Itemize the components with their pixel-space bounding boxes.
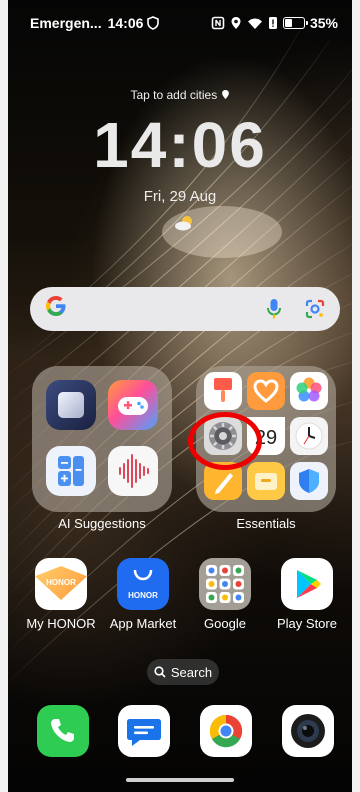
app-label: Play Store [277, 616, 337, 631]
files-icon[interactable] [247, 462, 285, 500]
sim-alert-icon [268, 17, 277, 29]
folder-label-ai-suggestions: AI Suggestions [58, 516, 146, 531]
game-center-icon[interactable] [108, 380, 158, 430]
location-icon [231, 17, 241, 29]
calculator-icon[interactable] [46, 446, 96, 496]
google-logo [44, 294, 68, 325]
shield-icon [147, 16, 160, 30]
add-cities-label: Tap to add cities [130, 88, 218, 102]
add-cities-link[interactable]: Tap to add cities [0, 88, 360, 102]
dock-messages[interactable] [118, 705, 170, 757]
google-search-bar[interactable] [30, 287, 340, 331]
chrome-icon [209, 714, 243, 748]
app-play-store[interactable]: Play Store [267, 558, 347, 631]
voice-recorder-icon[interactable] [108, 446, 158, 496]
folder-label-essentials: Essentials [236, 516, 296, 531]
microphone-icon[interactable] [266, 298, 282, 320]
optimizer-icon[interactable] [290, 462, 328, 500]
sound-wave-icon [119, 454, 149, 488]
search-icon [154, 666, 166, 678]
status-time: 14:06 [107, 15, 144, 31]
play-triangle-icon [297, 570, 321, 598]
search-pill-label: Search [170, 664, 213, 680]
google-apps-grid-icon [206, 565, 244, 603]
status-bar: Emergen... 14:06 35% [30, 12, 338, 34]
dock-phone[interactable] [37, 705, 89, 757]
google-g-icon [46, 295, 66, 316]
clock-app-icon[interactable] [290, 417, 328, 455]
highlight-circle [188, 412, 262, 470]
clock-widget[interactable]: 14:06 [0, 108, 360, 182]
gallery-icon[interactable] [290, 372, 328, 410]
partly-cloudy-icon [175, 216, 192, 231]
heart-icon [253, 379, 279, 403]
battery-percent: 35% [309, 15, 338, 31]
app-label: App Market [109, 616, 177, 631]
analog-clock-icon [295, 422, 323, 450]
camera-lens-icon [291, 714, 325, 748]
dock-camera[interactable] [282, 705, 334, 757]
battery-icon [282, 17, 308, 29]
app-market-icon: HONOR [117, 558, 169, 610]
google-lens-icon[interactable] [304, 298, 326, 320]
play-store-icon [281, 558, 333, 610]
chat-bubble-icon [127, 719, 161, 746]
my-honor-icon: HONOR [35, 558, 87, 610]
dock-chrome[interactable] [200, 705, 252, 757]
home-screen: Emergen... 14:06 35% Tap to add cities 1… [0, 0, 360, 792]
app-search-button[interactable]: Search [147, 659, 219, 685]
paintbrush-icon [214, 378, 232, 402]
folder-icon [255, 473, 277, 490]
gallery-widget-app-icon[interactable] [46, 380, 96, 430]
phone-icon [51, 719, 74, 742]
status-icons: 35% [211, 15, 338, 31]
gesture-navigation-bar[interactable] [126, 778, 234, 782]
folder-ai-suggestions[interactable] [32, 366, 172, 512]
flower-petals-icon [296, 377, 322, 402]
themes-icon[interactable] [204, 372, 242, 410]
my-honor-icon-text: HONOR [46, 578, 76, 587]
wifi-icon [247, 18, 262, 29]
nfc-icon [211, 16, 225, 30]
google-folder-icon [199, 558, 251, 610]
shield-check-icon [299, 469, 319, 493]
shopping-bag-icon [133, 569, 153, 581]
location-pin-icon [221, 90, 229, 99]
app-google-folder[interactable]: Google [185, 558, 265, 631]
date-label: Fri, 29 Aug [143, 188, 217, 205]
health-icon[interactable] [247, 372, 285, 410]
app-label: My HONOR [26, 616, 96, 631]
app-label: Google [204, 616, 246, 631]
gamepad-icon [118, 397, 148, 415]
carrier-label: Emergen... [30, 15, 102, 31]
app-my-honor[interactable]: HONOR My HONOR [21, 558, 101, 631]
calculator-glyph-icon [58, 456, 84, 486]
app-market-icon-text: HONOR [128, 591, 158, 600]
app-app-market[interactable]: HONOR App Market [103, 558, 183, 631]
